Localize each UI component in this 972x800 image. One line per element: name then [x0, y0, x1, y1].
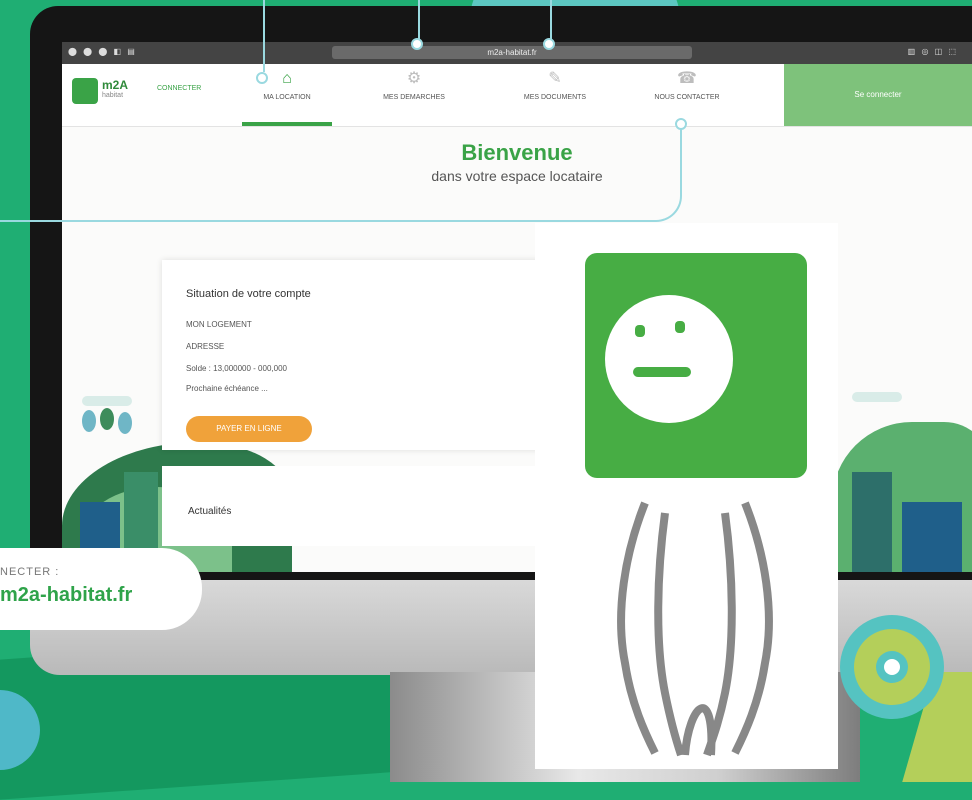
callout-line: [263, 0, 265, 72]
callout-line: [550, 0, 552, 40]
account-title: Situation de votre compte: [186, 288, 311, 300]
face-circle: [605, 295, 733, 423]
document-icon: ✎: [548, 70, 562, 87]
brand-name: m2A: [102, 78, 129, 92]
target-inner: [876, 651, 908, 683]
pay-online-button[interactable]: PAYER EN LIGNE: [186, 416, 312, 442]
cloud-illustration: [82, 396, 132, 406]
gear-icon: ⚙: [406, 70, 422, 87]
nav-item-contact[interactable]: ☎ NOUS CONTACTER: [632, 70, 742, 126]
account-card: Situation de votre compte MON LOGEMENT A…: [162, 260, 542, 450]
news-section: Actualités: [162, 466, 542, 546]
site-navbar: m2A habitat CONNECTER ⌂ MA LOCATION ⚙ ME…: [62, 64, 972, 127]
partner-logo: CONNECTER: [157, 85, 202, 92]
callout-dot: [411, 38, 423, 50]
nav-label: NOUS CONTACTER: [654, 94, 720, 101]
window-controls[interactable]: ⬤ ⬤ ⬤ ◧ ▤: [68, 47, 137, 56]
account-line: ADRESSE: [186, 342, 225, 351]
target-circle: [840, 615, 944, 719]
target-center: [884, 659, 900, 675]
eye-icon: [675, 321, 685, 333]
nav-label: MES DEMARCHES: [383, 94, 445, 101]
address-bar[interactable]: m2a-habitat.fr: [332, 46, 692, 59]
smiley-figure: [535, 223, 838, 769]
mouth-icon: [633, 367, 691, 377]
building-illustration: [852, 472, 892, 572]
callout-dot: [543, 38, 555, 50]
nav-label: MA LOCATION: [263, 94, 311, 101]
tree-illustration: [118, 412, 132, 434]
eye-icon: [635, 325, 645, 337]
callout-line: [418, 0, 420, 40]
callout-dot: [256, 72, 268, 84]
cloud-illustration: [852, 392, 902, 402]
account-line: Prochaine échéance ...: [186, 384, 268, 393]
callout-dot: [675, 118, 687, 130]
account-line: Solde : 13,000000 - 000,000: [186, 364, 287, 373]
target-ring: [854, 629, 930, 705]
brand-subtitle: habitat: [102, 92, 124, 99]
callout-line: [0, 120, 682, 222]
account-line: MON LOGEMENT: [186, 320, 252, 329]
connect-button[interactable]: Se connecter: [784, 64, 972, 126]
nav-item-documents[interactable]: ✎ MES DOCUMENTS: [500, 70, 610, 126]
home-icon: ⌂: [282, 70, 292, 87]
tree-illustration: [100, 408, 114, 430]
building-illustration: [902, 502, 962, 572]
figure-limbs: [617, 501, 773, 757]
site-url-badge[interactable]: NECTER : m2a-habitat.fr: [0, 548, 202, 630]
system-tray-icons: ▥ ◎ ◫ ⬚: [907, 47, 958, 56]
logo-icon[interactable]: [72, 78, 98, 104]
nav-label: MES DOCUMENTS: [523, 94, 587, 101]
badge-url: m2a-habitat.fr: [0, 584, 133, 606]
contact-icon: ☎: [677, 70, 697, 87]
smiley-face-icon: [585, 253, 807, 478]
badge-label: NECTER :: [0, 566, 60, 578]
browser-menubar: ⬤ ⬤ ⬤ ◧ ▤ m2a-habitat.fr ▥ ◎ ◫ ⬚: [62, 42, 972, 64]
news-title: Actualités: [188, 506, 232, 517]
tree-illustration: [82, 410, 96, 432]
nav-item-demarches[interactable]: ⚙ MES DEMARCHES: [354, 70, 474, 126]
